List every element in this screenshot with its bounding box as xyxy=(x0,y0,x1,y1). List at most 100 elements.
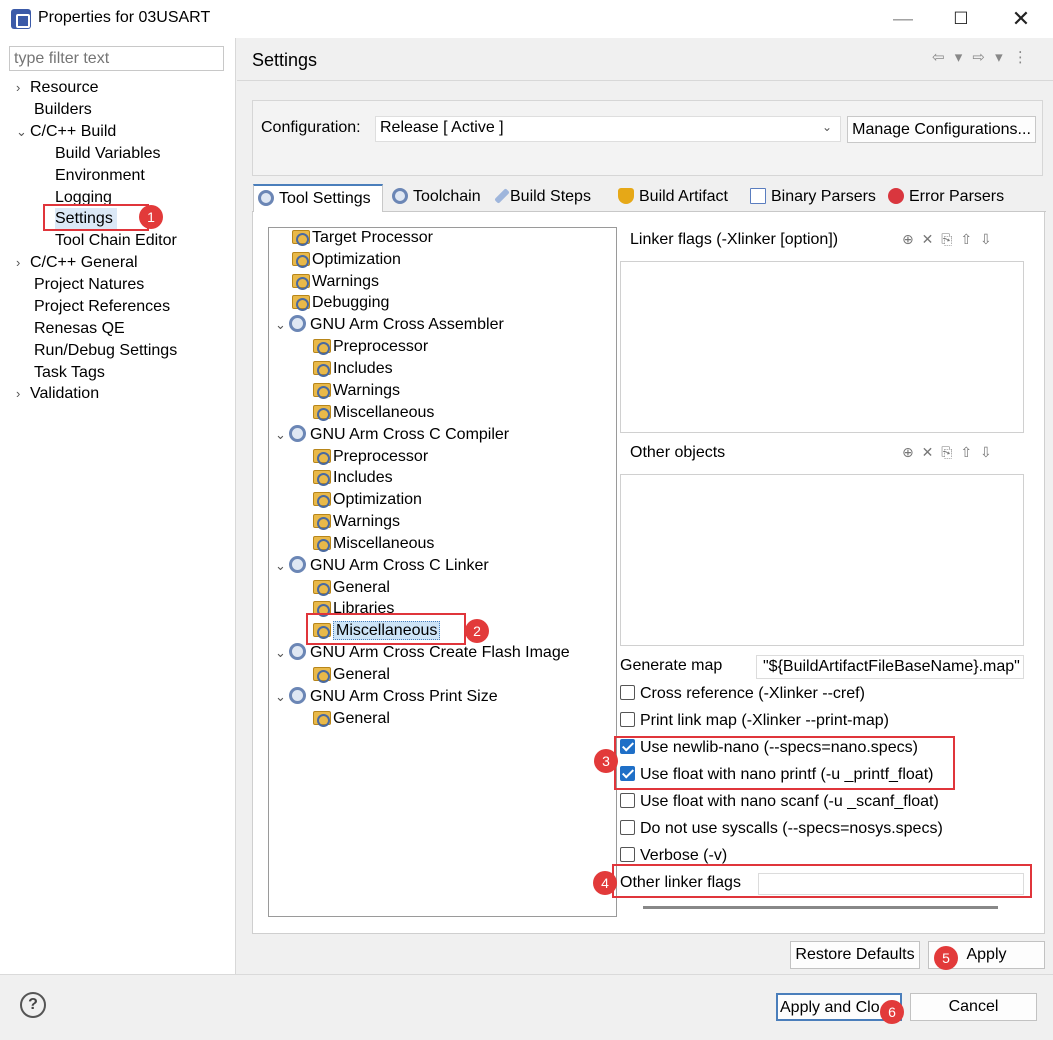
other-objects-list[interactable] xyxy=(620,474,1024,646)
checkbox[interactable] xyxy=(620,820,635,835)
generate-map-input[interactable]: "${BuildArtifactFileBaseName}.map" xyxy=(756,655,1024,679)
tree-node-general[interactable]: General xyxy=(313,708,390,730)
sidebar-item-project-references[interactable]: Project References xyxy=(34,296,170,318)
tree-node-warnings[interactable]: Warnings xyxy=(313,380,400,402)
checkbox[interactable] xyxy=(620,847,635,862)
checkbox[interactable] xyxy=(620,685,635,700)
option-print-link-map[interactable]: Print link map (-Xlinker --print-map) xyxy=(620,710,889,732)
annotation-marker-3: 3 xyxy=(594,749,618,773)
sidebar-item-label: Resource xyxy=(30,79,99,96)
tab-build-artifact[interactable]: Build Artifact xyxy=(614,184,728,210)
tab-tool-settings[interactable]: Tool Settings xyxy=(253,184,383,212)
gear-icon xyxy=(289,643,306,660)
tree-node-label: General xyxy=(333,666,390,683)
tree-node-debugging[interactable]: Debugging xyxy=(292,292,389,314)
tree-node-gnu-arm-cross-assembler[interactable]: ⌄ GNU Arm Cross Assembler xyxy=(275,314,504,336)
chevron-down-icon[interactable]: ⌄ xyxy=(822,120,832,134)
chevron-right-icon[interactable]: › xyxy=(16,77,30,99)
minimize-button[interactable]: — xyxy=(889,6,917,32)
chevron-right-icon[interactable]: › xyxy=(16,383,30,405)
tree-node-label: GNU Arm Cross Create Flash Image xyxy=(310,644,570,661)
tree-node-miscellaneous[interactable]: Miscellaneous xyxy=(313,402,434,424)
tree-node-label: Miscellaneous xyxy=(333,404,435,421)
tab-label: Build Artifact xyxy=(639,188,728,205)
chevron-down-icon[interactable]: ⌄ xyxy=(275,314,289,336)
tree-node-gnu-arm-cross-c-linker[interactable]: ⌄ GNU Arm Cross C Linker xyxy=(275,555,489,577)
sidebar-item-builders[interactable]: Builders xyxy=(34,99,92,121)
sidebar-item-tool-chain-editor[interactable]: Tool Chain Editor xyxy=(55,230,177,252)
tree-node-label: Optimization xyxy=(333,491,422,508)
tab-label: Toolchain xyxy=(413,188,481,205)
option-cross-reference[interactable]: Cross reference (-Xlinker --cref) xyxy=(620,683,865,705)
folder-icon xyxy=(313,580,331,596)
tree-node-target-processor[interactable]: Target Processor xyxy=(292,227,433,249)
tree-node-miscellaneous[interactable]: Miscellaneous xyxy=(313,533,434,555)
list-toolbar-icons[interactable]: ⊕ ✕ ⎘ ⇧ ⇩ xyxy=(902,444,994,461)
tree-node-includes[interactable]: Includes xyxy=(313,467,393,489)
chevron-down-icon[interactable]: ⌄ xyxy=(275,642,289,664)
highlight-box-miscellaneous xyxy=(306,613,466,645)
sidebar-item-resource[interactable]: › Resource xyxy=(16,77,98,99)
tree-node-preprocessor[interactable]: Preprocessor xyxy=(313,336,428,358)
tab-binary-parsers[interactable]: Binary Parsers xyxy=(746,184,876,210)
chevron-down-icon[interactable]: ⌄ xyxy=(16,121,30,143)
option-use-float-nano-scanf[interactable]: Use float with nano scanf (-u _scanf_flo… xyxy=(620,791,939,813)
option-no-syscalls[interactable]: Do not use syscalls (--specs=nosys.specs… xyxy=(620,818,943,840)
sidebar-item-build-variables[interactable]: Build Variables xyxy=(55,143,161,165)
horizontal-scrollbar[interactable] xyxy=(643,906,998,909)
filter-input[interactable] xyxy=(9,46,224,71)
sidebar-item-project-natures[interactable]: Project Natures xyxy=(34,274,144,296)
tree-node-general[interactable]: General xyxy=(313,664,390,686)
tree-node-gnu-arm-cross-create-flash-image[interactable]: ⌄ GNU Arm Cross Create Flash Image xyxy=(275,642,570,664)
close-button[interactable]: ✕ xyxy=(1007,6,1035,32)
tree-node-optimization[interactable]: Optimization xyxy=(313,489,422,511)
chevron-down-icon[interactable]: ⌄ xyxy=(275,424,289,446)
sidebar-item-cpp-build[interactable]: ⌄ C/C++ Build xyxy=(16,121,116,143)
chevron-right-icon[interactable]: › xyxy=(16,252,30,274)
linker-flags-list[interactable] xyxy=(620,261,1024,433)
help-icon[interactable]: ? xyxy=(20,992,46,1018)
tree-node-gnu-arm-cross-c-compiler[interactable]: ⌄ GNU Arm Cross C Compiler xyxy=(275,424,509,446)
tree-node-preprocessor[interactable]: Preprocessor xyxy=(313,446,428,468)
checkbox[interactable] xyxy=(620,712,635,727)
tree-node-label: Miscellaneous xyxy=(333,535,435,552)
tree-node-label: Warnings xyxy=(312,273,379,290)
history-nav-icons[interactable]: ⇦ ▾ ⇨ ▾ ⋮ xyxy=(932,48,1031,66)
configuration-label: Configuration: xyxy=(261,119,361,136)
sidebar-item-environment[interactable]: Environment xyxy=(55,165,145,187)
configuration-select[interactable]: Release [ Active ] xyxy=(375,116,841,142)
option-label: Use float with nano scanf (-u _scanf_flo… xyxy=(640,793,939,810)
sidebar-item-label: C/C++ Build xyxy=(30,123,117,140)
folder-icon xyxy=(313,339,331,355)
gear-icon xyxy=(289,315,306,332)
wand-icon xyxy=(494,188,510,204)
tab-toolchain[interactable]: Toolchain xyxy=(388,184,481,210)
tree-node-optimization[interactable]: Optimization xyxy=(292,249,401,271)
tab-label: Error Parsers xyxy=(909,188,1005,205)
cancel-button[interactable]: Cancel xyxy=(910,993,1037,1021)
list-toolbar-icons[interactable]: ⊕ ✕ ⎘ ⇧ ⇩ xyxy=(902,231,994,248)
sidebar-item-cpp-general[interactable]: › C/C++ General xyxy=(16,252,138,274)
tree-node-warnings[interactable]: Warnings xyxy=(313,511,400,533)
sidebar-item-run-debug-settings[interactable]: Run/Debug Settings xyxy=(34,340,177,362)
tree-node-warnings[interactable]: Warnings xyxy=(292,271,379,293)
tab-error-parsers[interactable]: Error Parsers xyxy=(884,184,1004,210)
sidebar-item-task-tags[interactable]: Task Tags xyxy=(34,362,105,384)
tree-node-general[interactable]: General xyxy=(313,577,390,599)
folder-icon xyxy=(313,711,331,727)
tree-node-includes[interactable]: Includes xyxy=(313,358,393,380)
tree-node-gnu-arm-cross-print-size[interactable]: ⌄ GNU Arm Cross Print Size xyxy=(275,686,498,708)
maximize-button[interactable]: ☐ xyxy=(947,6,975,32)
error-icon xyxy=(888,188,904,204)
chevron-down-icon[interactable]: ⌄ xyxy=(275,555,289,577)
annotation-marker-4: 4 xyxy=(593,871,617,895)
tab-build-steps[interactable]: Build Steps xyxy=(494,184,591,210)
tab-label: Binary Parsers xyxy=(771,188,876,205)
sidebar-item-renesas-qe[interactable]: Renesas QE xyxy=(34,318,125,340)
sidebar-item-validation[interactable]: › Validation xyxy=(16,383,99,405)
restore-defaults-button[interactable]: Restore Defaults xyxy=(790,941,920,969)
annotation-marker-1: 1 xyxy=(139,205,163,229)
checkbox[interactable] xyxy=(620,793,635,808)
chevron-down-icon[interactable]: ⌄ xyxy=(275,686,289,708)
manage-configurations-button[interactable]: Manage Configurations... xyxy=(847,116,1036,143)
